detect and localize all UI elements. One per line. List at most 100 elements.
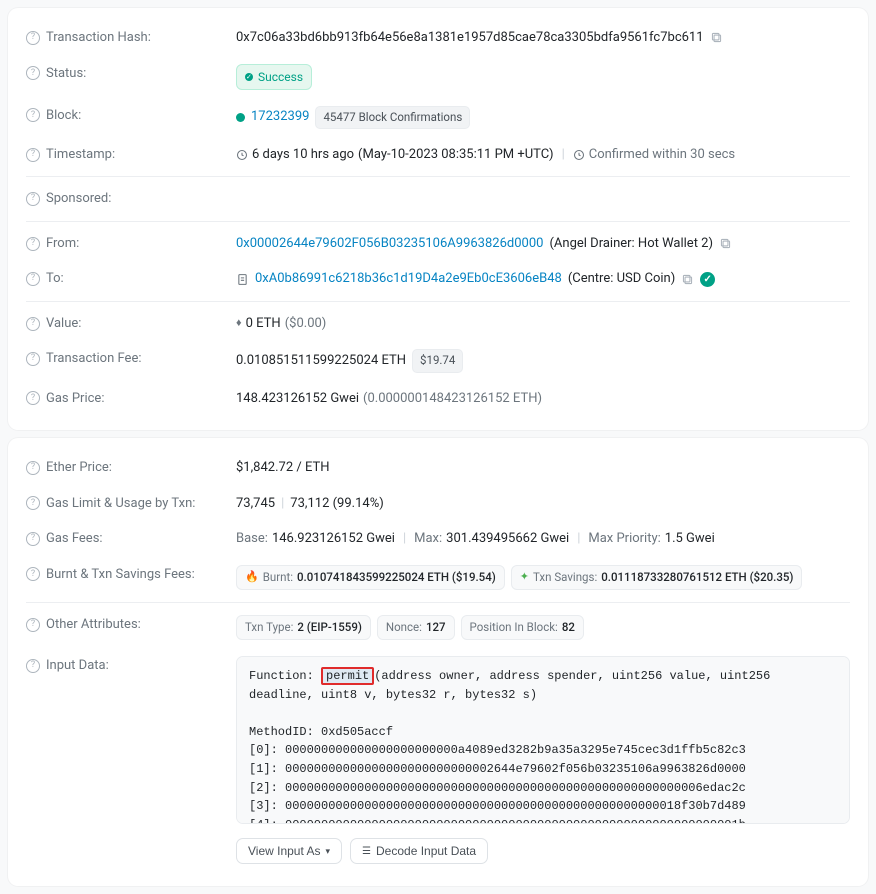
- clock-icon: [573, 149, 585, 161]
- from-address-link[interactable]: 0x00002644e79602F056B03235106A9963826d00…: [236, 234, 543, 254]
- help-icon[interactable]: ?: [26, 66, 40, 80]
- from-tag: (Angel Drainer: Hot Wallet 2): [549, 234, 713, 254]
- decode-input-button[interactable]: ☰ Decode Input Data: [350, 838, 488, 864]
- nonce-label: Nonce:: [386, 619, 422, 636]
- verified-contract-icon: ✓: [700, 272, 715, 287]
- row-txn-fee: ? Transaction Fee: 0.010851511599225024 …: [26, 341, 850, 380]
- row-timestamp: ? Timestamp: 6 days 10 hrs ago (May-10-2…: [26, 137, 850, 173]
- clock-icon: [236, 149, 248, 161]
- txn-type-value: 2 (EIP-1559): [297, 619, 362, 636]
- help-icon[interactable]: ?: [26, 391, 40, 405]
- label-input-data: Input Data:: [46, 656, 109, 676]
- gas-price-gwei: 148.423126152 Gwei: [236, 389, 359, 409]
- help-icon[interactable]: ?: [26, 272, 40, 286]
- row-sponsored: ? Sponsored:: [26, 176, 850, 217]
- label-txn-fee: Transaction Fee:: [46, 349, 142, 369]
- help-icon[interactable]: ?: [26, 567, 40, 581]
- burnt-badge: 🔥 Burnt: 0.010741843599225024 ETH ($19.5…: [236, 565, 505, 590]
- input-data-textarea[interactable]: Function: permit(address owner, address …: [236, 656, 850, 824]
- block-confirm-badge: 45477 Block Confirmations: [315, 106, 470, 129]
- row-other-attrs: ? Other Attributes: Txn Type: 2 (EIP-155…: [26, 602, 850, 648]
- block-number-link[interactable]: 17232399: [251, 107, 309, 127]
- status-text: Success: [258, 68, 303, 86]
- help-icon[interactable]: ?: [26, 148, 40, 162]
- status-badge: Success: [236, 64, 312, 90]
- ether-price-value: $1,842.72 / ETH: [236, 458, 330, 478]
- eth-icon: ♦: [236, 315, 242, 332]
- copy-icon[interactable]: [719, 237, 732, 250]
- row-burnt-savings: ? Burnt & Txn Savings Fees: 🔥 Burnt: 0.0…: [26, 557, 850, 598]
- label-to: To:: [46, 269, 64, 289]
- row-block: ? Block: 17232399 45477 Block Confirmati…: [26, 98, 850, 137]
- help-icon[interactable]: ?: [26, 108, 40, 122]
- label-gas-limit-usage: Gas Limit & Usage by Txn:: [46, 494, 195, 514]
- label-from: From:: [46, 234, 79, 254]
- check-dot-icon: [236, 113, 245, 122]
- txn-fee-usd-badge: $19.74: [412, 349, 463, 372]
- label-txn-hash: Transaction Hash:: [46, 28, 151, 48]
- function-name-highlight: permit: [321, 667, 374, 685]
- row-status: ? Status: Success: [26, 56, 850, 98]
- label-ether-price: Ether Price:: [46, 458, 112, 478]
- label-status: Status:: [46, 64, 86, 84]
- row-input-data: ? Input Data: Function: permit(address o…: [26, 648, 850, 872]
- block-pos-badge: Position In Block: 82: [461, 615, 584, 640]
- prio-value: 1.5 Gwei: [665, 529, 715, 549]
- help-icon[interactable]: ?: [26, 618, 40, 632]
- row-gas-price: ? Gas Price: 148.423126152 Gwei (0.00000…: [26, 381, 850, 417]
- gas-limit: 73,745: [236, 494, 275, 514]
- base-label: Base:: [236, 529, 268, 549]
- burnt-label: Burnt:: [263, 569, 293, 586]
- row-from: ? From: 0x00002644e79602F056B03235106A99…: [26, 221, 850, 262]
- value-amount: 0 ETH: [246, 314, 281, 334]
- copy-icon[interactable]: [681, 273, 694, 286]
- value-usd: ($0.00): [285, 314, 327, 334]
- base-value: 146.923126152 Gwei: [272, 529, 395, 549]
- label-block: Block:: [46, 106, 81, 126]
- label-gas-fees: Gas Fees:: [46, 529, 103, 549]
- help-icon[interactable]: ?: [26, 317, 40, 331]
- txn-fee-amount: 0.010851511599225024 ETH: [236, 351, 406, 371]
- txn-type-badge: Txn Type: 2 (EIP-1559): [236, 615, 371, 640]
- flame-icon: 🔥: [245, 569, 259, 586]
- txn-hash-value: 0x7c06a33bd6bb913fb64e56e8a1381e1957d85c…: [236, 28, 704, 48]
- row-value: ? Value: ♦ 0 ETH ($0.00): [26, 301, 850, 342]
- database-icon: ☰: [362, 846, 371, 857]
- gas-price-eth: (0.000000148423126152 ETH): [363, 389, 542, 409]
- pos-value: 82: [562, 619, 575, 636]
- contract-icon: [236, 273, 249, 286]
- savings-badge: ✦ Txn Savings: 0.01118733280761512 ETH (…: [511, 565, 803, 590]
- copy-icon[interactable]: [710, 31, 723, 44]
- help-icon[interactable]: ?: [26, 532, 40, 546]
- timestamp-rel: 6 days 10 hrs ago: [252, 145, 354, 165]
- view-input-as-button[interactable]: View Input As ▾: [236, 838, 342, 864]
- label-timestamp: Timestamp:: [46, 145, 115, 165]
- help-icon[interactable]: ?: [26, 352, 40, 366]
- help-icon[interactable]: ?: [26, 31, 40, 45]
- help-icon[interactable]: ?: [26, 496, 40, 510]
- help-icon[interactable]: ?: [26, 659, 40, 673]
- timestamp-confirmed: Confirmed within 30 secs: [589, 145, 735, 165]
- nonce-value: 127: [426, 619, 446, 636]
- help-icon[interactable]: ?: [26, 237, 40, 251]
- leaf-icon: ✦: [520, 569, 529, 586]
- to-tag: (Centre: USD Coin): [568, 269, 675, 289]
- nonce-badge: Nonce: 127: [377, 615, 455, 640]
- savings-label: Txn Savings:: [533, 569, 597, 586]
- row-gas-fees: ? Gas Fees: Base: 146.923126152 Gwei | M…: [26, 521, 850, 557]
- view-input-as-label: View Input As: [248, 844, 321, 858]
- help-icon[interactable]: ?: [26, 461, 40, 475]
- row-to: ? To: 0xA0b86991c6218b36c1d19D4a2e9Eb0cE…: [26, 261, 850, 297]
- chevron-down-icon: ▾: [326, 846, 331, 857]
- to-address-link[interactable]: 0xA0b86991c6218b36c1d19D4a2e9Eb0cE3606eB…: [255, 269, 562, 289]
- label-other-attrs: Other Attributes:: [46, 615, 141, 635]
- pos-label: Position In Block:: [470, 619, 558, 636]
- row-ether-price: ? Ether Price: $1,842.72 / ETH: [26, 450, 850, 486]
- label-gas-price: Gas Price:: [46, 389, 104, 409]
- label-sponsored: Sponsored:: [46, 189, 111, 209]
- savings-value: 0.01118733280761512 ETH ($20.35): [601, 569, 793, 586]
- max-label: Max:: [414, 529, 442, 549]
- gas-used: 73,112 (99.14%): [290, 494, 383, 514]
- max-value: 301.439495662 Gwei: [446, 529, 569, 549]
- help-icon[interactable]: ?: [26, 192, 40, 206]
